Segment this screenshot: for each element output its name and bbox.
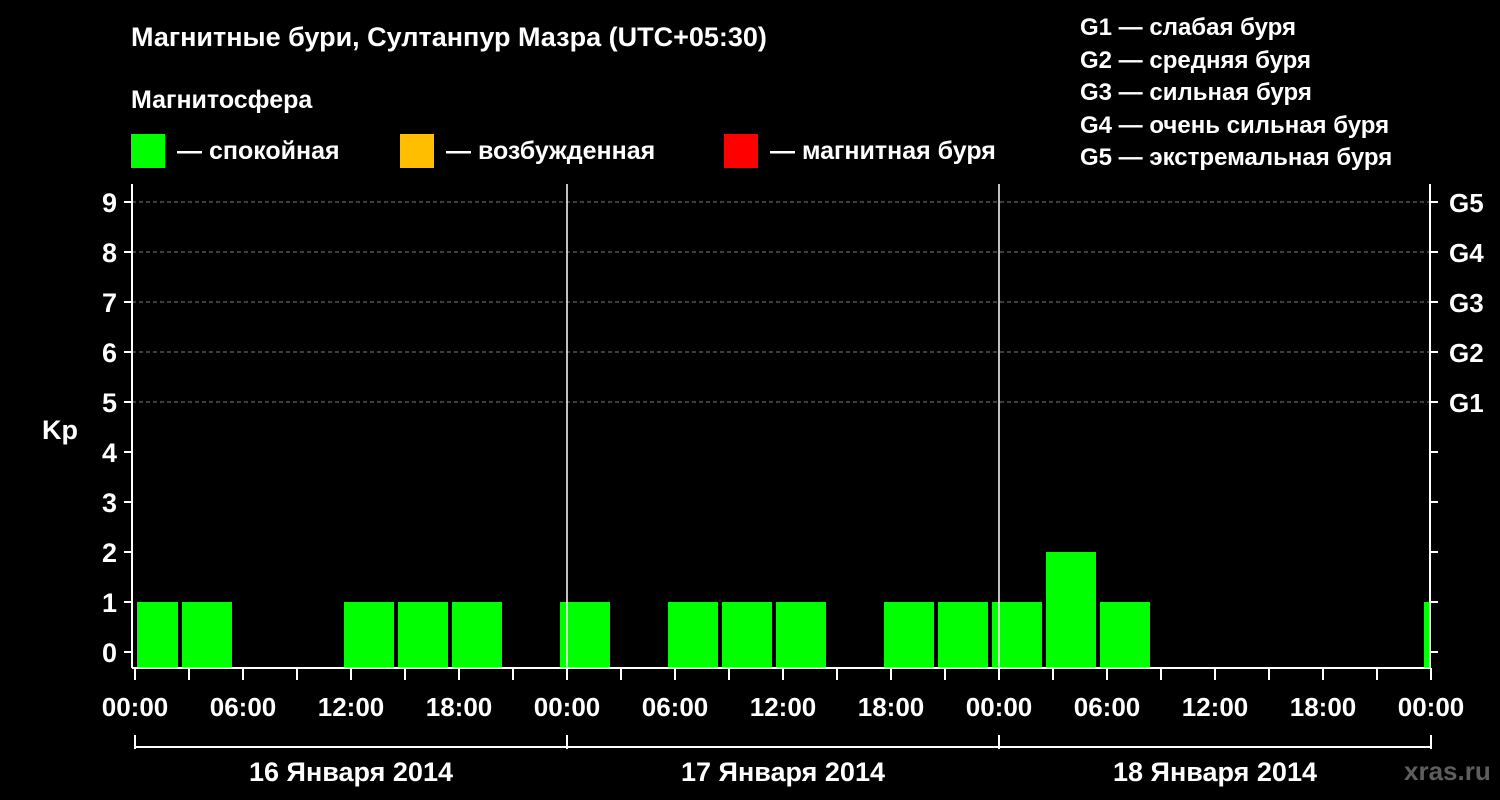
kp-bar	[1424, 602, 1429, 668]
x-tick-label: 18:00	[858, 692, 925, 722]
x-tick-label: 12:00	[750, 692, 817, 722]
x-tick-label: 00:00	[1398, 692, 1465, 722]
x-tick-label: 12:00	[318, 692, 385, 722]
x-tick-label: 00:00	[966, 692, 1033, 722]
x-tick-label: 12:00	[1182, 692, 1249, 722]
y-tick-label: 2	[102, 538, 117, 568]
x-tick-label: 18:00	[1290, 692, 1357, 722]
y-tick-label: 1	[102, 588, 117, 618]
day-label: 16 Января 2014	[249, 757, 453, 787]
kp-bar	[884, 602, 934, 668]
y-tick-label: 5	[102, 388, 117, 418]
y-tick-label: 6	[102, 338, 117, 368]
kp-bar	[668, 602, 718, 668]
x-tick-label: 00:00	[102, 692, 169, 722]
kp-bar	[722, 602, 772, 668]
kp-bar	[182, 602, 232, 668]
y-axis-label: Kp	[42, 415, 78, 445]
x-tick-label: 06:00	[210, 692, 277, 722]
x-tick-label: 06:00	[1074, 692, 1141, 722]
kp-bar	[344, 602, 394, 668]
x-tick-label: 18:00	[426, 692, 493, 722]
kp-bar	[776, 602, 826, 668]
kp-bar	[137, 602, 178, 668]
day-label: 17 Января 2014	[681, 757, 885, 787]
kp-bar	[452, 602, 502, 668]
y-tick-label: 3	[102, 488, 117, 518]
right-axis-label: G1	[1449, 388, 1484, 418]
right-axis-label: G3	[1449, 288, 1484, 318]
right-axis-label: G4	[1449, 238, 1484, 268]
kp-chart: 0 1 2 3 4 5 6 7 8 9 G1 G2 G3 G4 G5 Kp 00:00 06:00 12:00 18:…	[42, 184, 1484, 787]
watermark: xras.ru	[1404, 756, 1491, 786]
kp-bar	[1100, 602, 1150, 668]
kp-bar	[938, 602, 988, 668]
right-axis-label: G2	[1449, 338, 1484, 368]
right-axis-label: G5	[1449, 188, 1484, 218]
kp-bar	[398, 602, 448, 668]
y-tick-label: 4	[102, 438, 117, 468]
y-tick-label: 0	[102, 638, 117, 668]
kp-bar	[1046, 552, 1096, 668]
y-tick-label: 8	[102, 238, 117, 268]
y-tick-label: 7	[102, 288, 117, 318]
x-tick-label: 00:00	[534, 692, 601, 722]
y-tick-label: 9	[102, 188, 117, 218]
day-label: 18 Января 2014	[1113, 757, 1317, 787]
x-tick-label: 06:00	[642, 692, 709, 722]
